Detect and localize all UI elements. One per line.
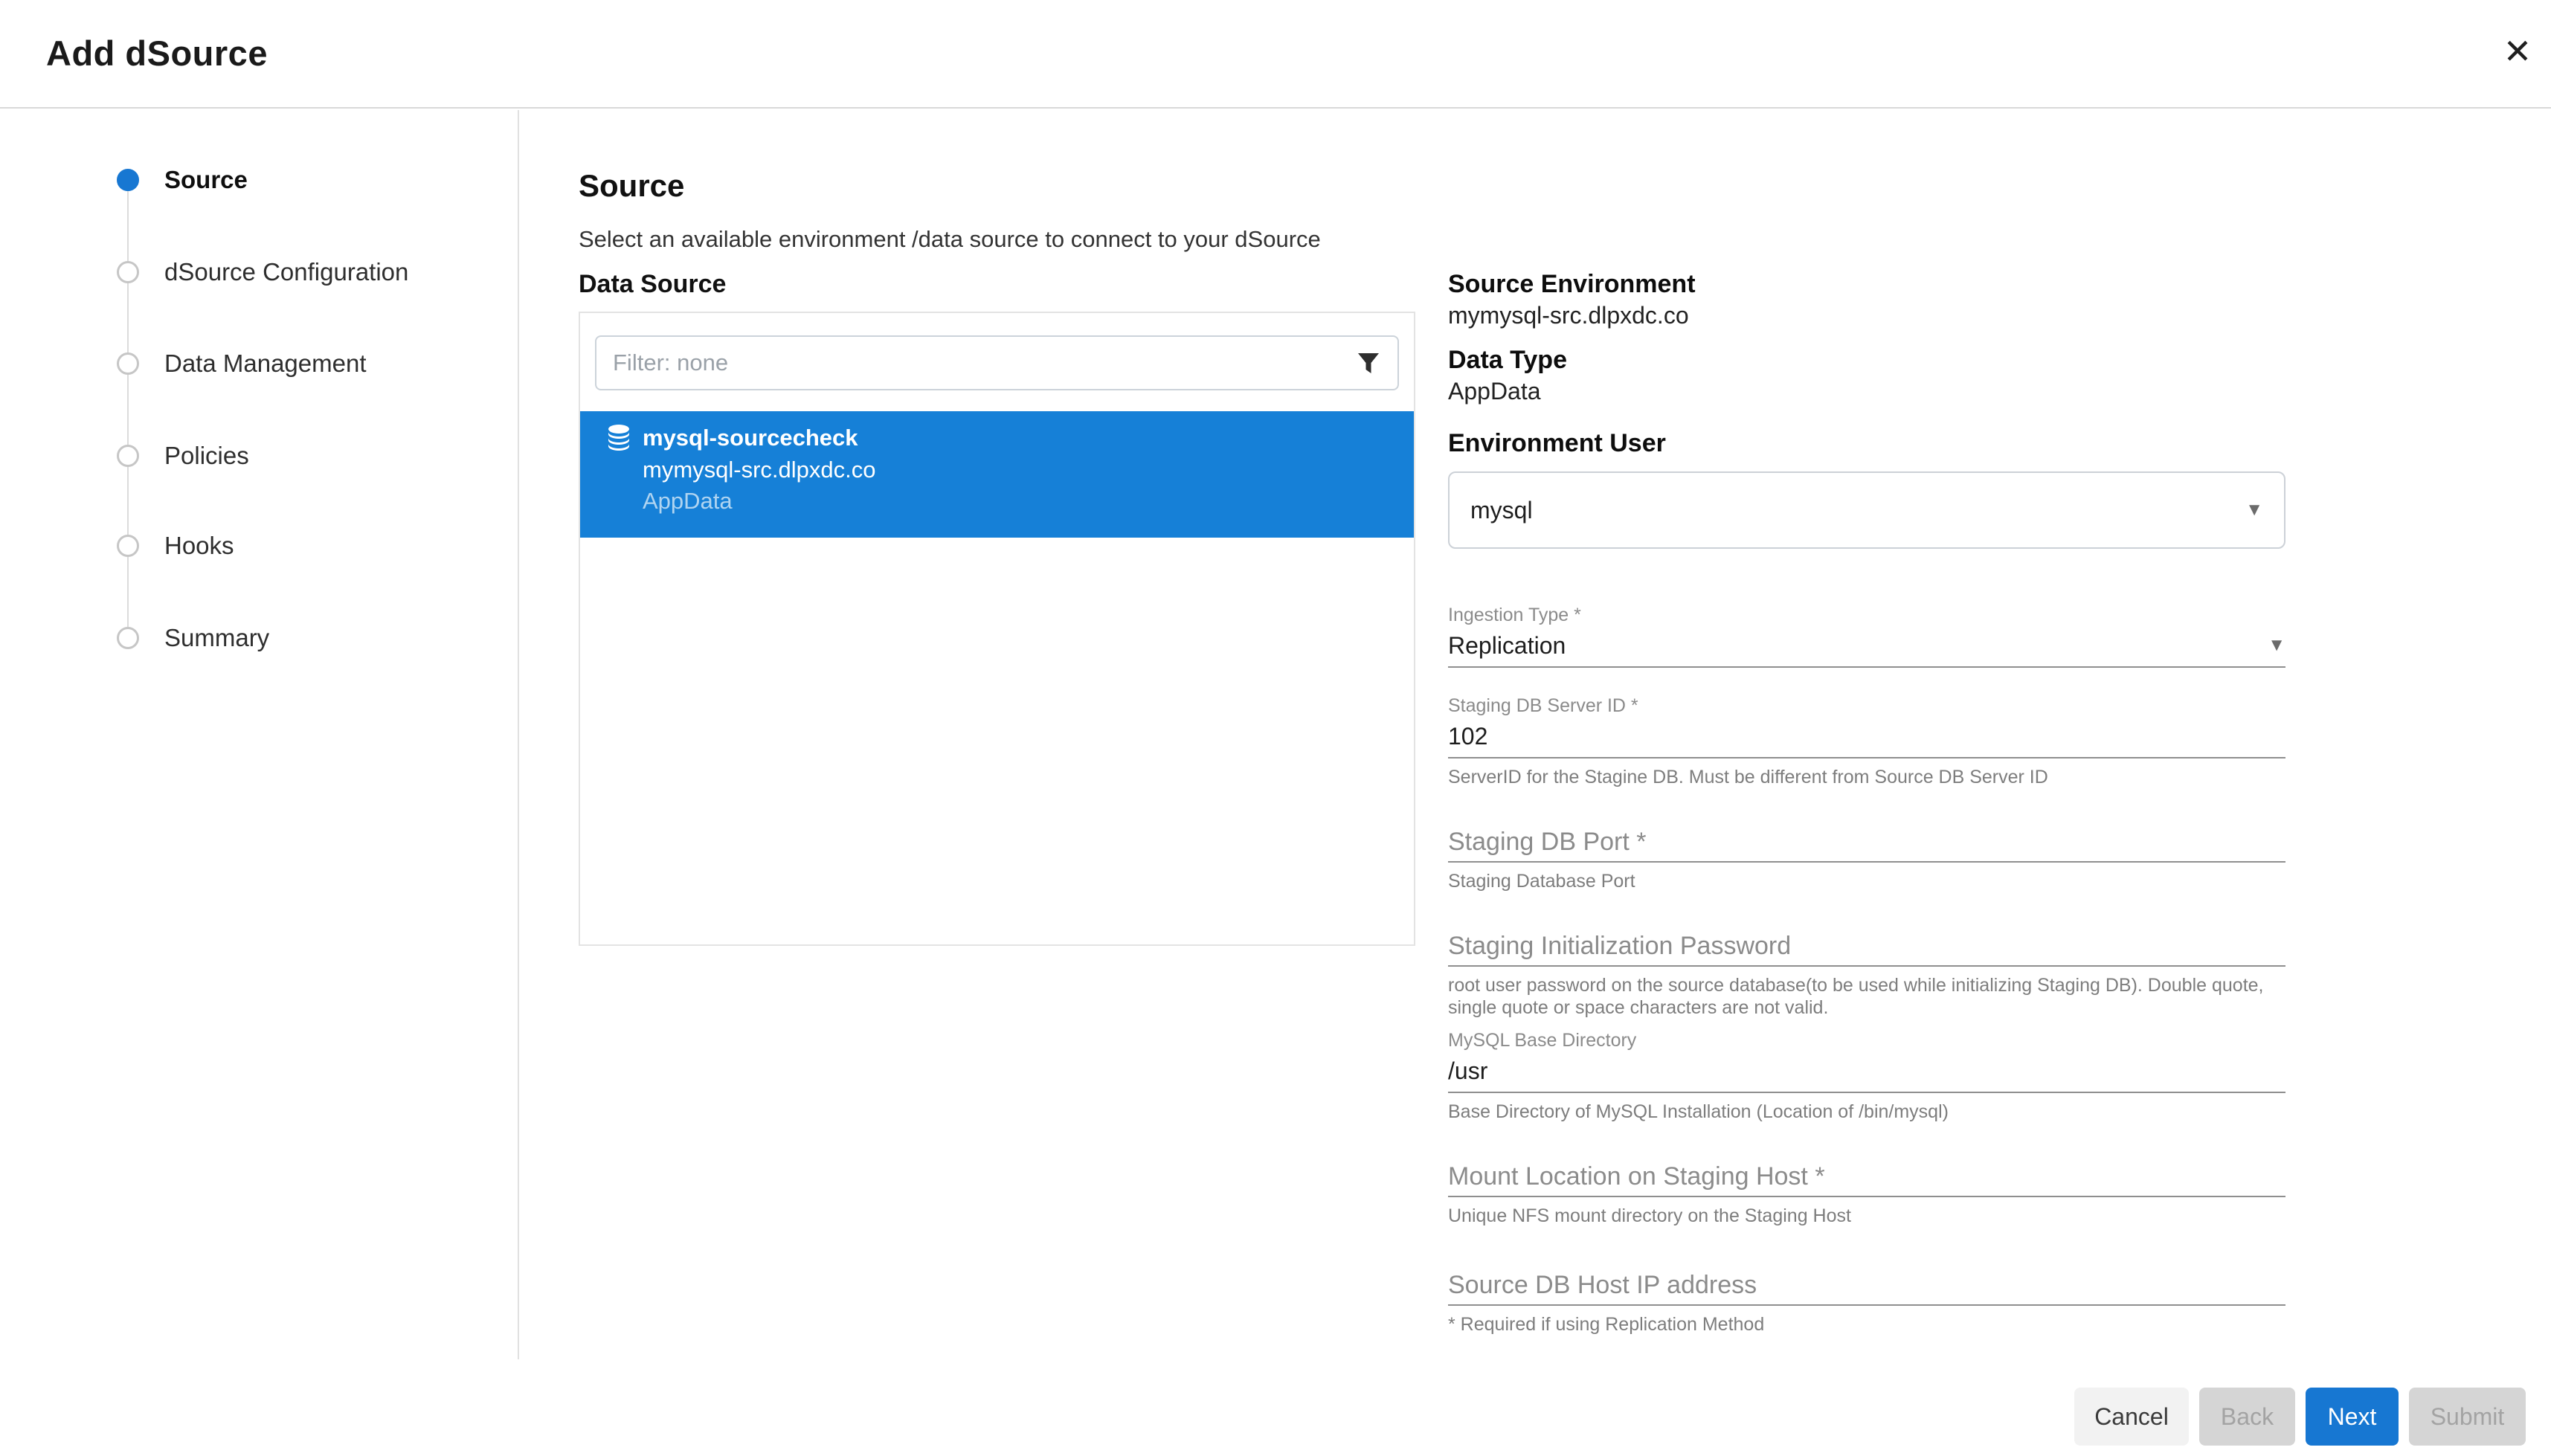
field-label: Source DB Host IP address (1448, 1270, 1757, 1300)
page-title: Add dSource (46, 33, 268, 74)
step-dot (117, 627, 139, 649)
field-source-db-host-ip: Source DB Host IP address * Required if … (1448, 1270, 2285, 1336)
field-helper: ServerID for the Stagine DB. Must be dif… (1448, 766, 2285, 788)
step-dot (117, 535, 139, 557)
step-dot (117, 445, 139, 467)
source-data-type: AppData (643, 486, 1414, 517)
field-helper: root user password on the source databas… (1448, 974, 2285, 1019)
field-label: MySQL Base Directory (1448, 1029, 2285, 1051)
field-label: Ingestion Type * (1448, 604, 2285, 626)
step-hooks[interactable]: Hooks (117, 529, 234, 562)
field-mount-location-staging-host: Mount Location on Staging Host * Unique … (1448, 1162, 2285, 1227)
step-dot (117, 261, 139, 283)
field-label: Staging Initialization Password (1448, 931, 1791, 961)
data-type-value: AppData (1448, 376, 2285, 406)
sidebar-divider (518, 110, 519, 1359)
field-ingestion-type: Ingestion Type * Replication ▼ (1448, 604, 2285, 668)
dialog-header: Add dSource ✕ (0, 0, 2551, 109)
field-mysql-base-directory: MySQL Base Directory /usr Base Directory… (1448, 1029, 2285, 1123)
step-dot-active (117, 169, 139, 191)
field-helper: Base Directory of MySQL Installation (Lo… (1448, 1101, 2285, 1123)
back-button: Back (2199, 1388, 2295, 1446)
field-helper: Staging Database Port (1448, 870, 2285, 892)
next-button[interactable]: Next (2306, 1388, 2399, 1446)
step-label: Summary (164, 624, 269, 652)
source-environment-label: Source Environment (1448, 268, 2285, 300)
chevron-down-icon: ▼ (2268, 635, 2285, 656)
data-source-panel: mysql-sourcecheck mymysql-src.dlpxdc.co … (579, 312, 1415, 946)
chevron-down-icon: ▼ (2245, 500, 2263, 521)
field-helper: * Required if using Replication Method (1448, 1313, 2285, 1336)
source-environment-value: mymysql-src.dlpxdc.co (1448, 300, 2285, 330)
step-label: Data Management (164, 349, 367, 378)
filter-input[interactable] (613, 349, 1356, 376)
filter-funnel-icon[interactable] (1356, 350, 1381, 376)
field-helper: Unique NFS mount directory on the Stagin… (1448, 1205, 2285, 1227)
field-label: Staging DB Port * (1448, 827, 1646, 857)
step-source[interactable]: Source (117, 164, 248, 196)
staging-db-server-id-input[interactable]: 102 (1448, 721, 2285, 758)
database-icon (607, 424, 631, 452)
environment-user-value: mysql (1470, 497, 1533, 524)
field-value: 102 (1448, 721, 1487, 751)
step-data-management[interactable]: Data Management (117, 347, 367, 380)
environment-user-label: Environment User (1448, 427, 2285, 460)
close-icon[interactable]: ✕ (2497, 31, 2538, 71)
source-host: mymysql-src.dlpxdc.co (643, 454, 1414, 486)
step-label: Source (164, 166, 248, 194)
step-summary[interactable]: Summary (117, 622, 269, 654)
dialog-footer: Cancel Back Next Submit (2074, 1388, 2526, 1446)
field-label: Mount Location on Staging Host * (1448, 1162, 1825, 1191)
filter-field[interactable] (595, 335, 1399, 390)
step-dot (117, 352, 139, 375)
data-source-label: Data Source (579, 269, 726, 299)
mysql-base-directory-input[interactable]: /usr (1448, 1056, 2285, 1093)
step-label: Hooks (164, 532, 234, 560)
section-heading: Source (579, 167, 684, 205)
ingestion-type-select[interactable]: Replication ▼ (1448, 631, 2285, 668)
mount-location-input[interactable]: Mount Location on Staging Host * (1448, 1162, 2285, 1197)
field-label: Staging DB Server ID * (1448, 695, 2285, 717)
section-subtitle: Select an available environment /data so… (579, 226, 1321, 253)
field-staging-initialization-password: Staging Initialization Password root use… (1448, 931, 2285, 1019)
data-type-label: Data Type (1448, 344, 2285, 376)
source-name: mysql-sourcecheck (643, 425, 858, 451)
submit-button: Submit (2409, 1388, 2526, 1446)
step-label: dSource Configuration (164, 258, 408, 286)
step-label: Policies (164, 442, 249, 470)
stepper-connector-line (127, 180, 129, 638)
field-staging-db-server-id: Staging DB Server ID * 102 ServerID for … (1448, 695, 2285, 788)
source-db-host-ip-input[interactable]: Source DB Host IP address (1448, 1270, 2285, 1306)
step-dsource-configuration[interactable]: dSource Configuration (117, 256, 408, 289)
data-source-list-item-selected[interactable]: mysql-sourcecheck mymysql-src.dlpxdc.co … (580, 411, 1414, 538)
step-policies[interactable]: Policies (117, 439, 249, 472)
environment-user-select[interactable]: mysql ▼ (1448, 471, 2285, 549)
staging-initialization-password-input[interactable]: Staging Initialization Password (1448, 931, 2285, 967)
details-column: Source Environment mymysql-src.dlpxdc.co… (1448, 268, 2285, 1336)
field-value: Replication (1448, 631, 1566, 660)
field-value: /usr (1448, 1056, 1487, 1086)
cancel-button[interactable]: Cancel (2074, 1388, 2189, 1446)
staging-db-port-input[interactable]: Staging DB Port * (1448, 827, 2285, 863)
field-staging-db-port: Staging DB Port * Staging Database Port (1448, 827, 2285, 892)
